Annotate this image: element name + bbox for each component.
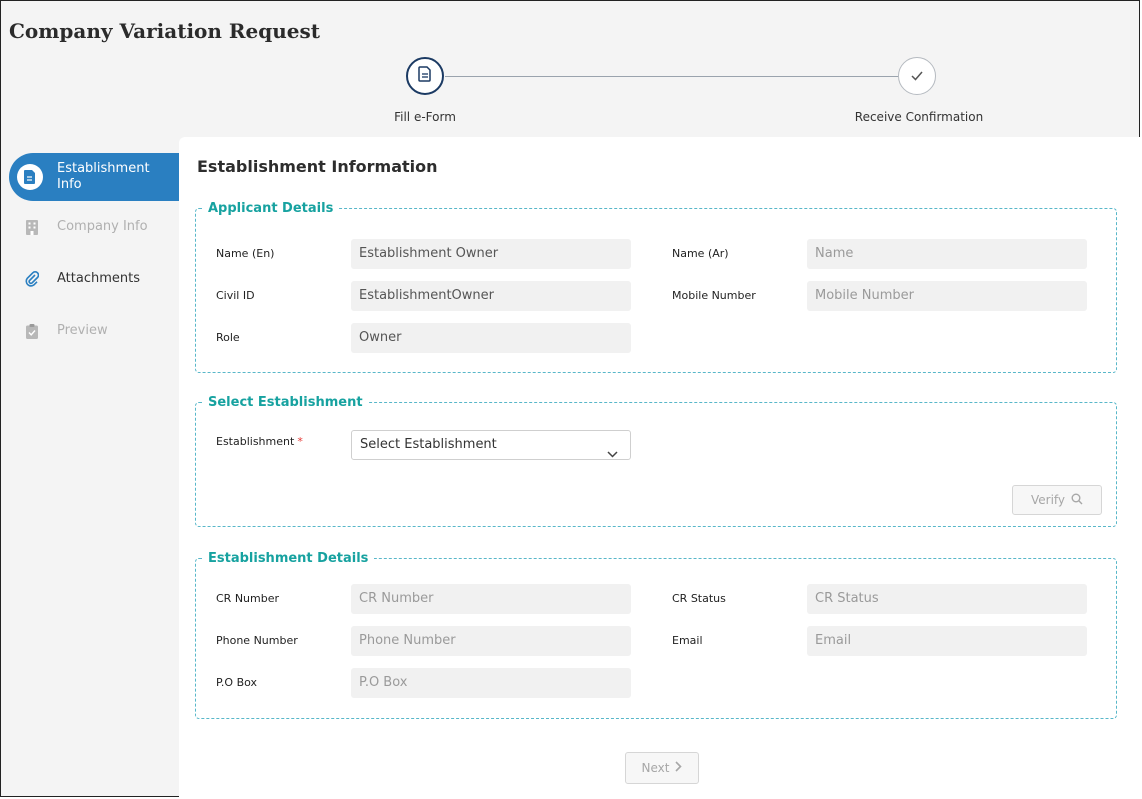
- cr-status-label: CR Status: [672, 592, 726, 605]
- building-icon: [21, 216, 43, 238]
- page-title: Company Variation Request: [9, 19, 320, 43]
- chevron-right-icon: [675, 761, 683, 775]
- form-panel: Establishment Information Applicant Deta…: [179, 137, 1140, 797]
- step-label-fill-eform: Fill e-Form: [394, 110, 456, 124]
- phone-number-label: Phone Number: [216, 634, 298, 647]
- applicant-details-legend: Applicant Details: [208, 201, 334, 216]
- email-field[interactable]: Email: [807, 626, 1087, 656]
- cr-number-field[interactable]: CR Number: [351, 584, 631, 614]
- step-receive-confirmation: [898, 57, 936, 95]
- cr-status-field[interactable]: CR Status: [807, 584, 1087, 614]
- search-icon: [1071, 493, 1083, 508]
- chevron-down-icon: [607, 441, 618, 469]
- establishment-select[interactable]: Select Establishment: [351, 430, 631, 460]
- name-ar-field[interactable]: Name: [807, 239, 1087, 269]
- select-establishment-legend: Select Establishment: [208, 395, 363, 410]
- next-button-label: Next: [641, 761, 670, 775]
- mobile-number-label: Mobile Number: [672, 289, 756, 302]
- verify-button-label: Verify: [1030, 493, 1066, 507]
- sidebar-item-label: Company Info: [57, 219, 148, 234]
- cr-number-label: CR Number: [216, 592, 280, 605]
- sidebar-item-company-info[interactable]: Company Info: [9, 201, 179, 253]
- document-icon: [17, 164, 43, 190]
- form-row: Establishment * Select Establishment: [196, 424, 1116, 460]
- mobile-number-field[interactable]: Mobile Number: [807, 281, 1087, 311]
- form-row: Phone Number Phone Number Email Email: [196, 626, 1116, 656]
- sidebar-item-establishment-info[interactable]: Establishment Info: [9, 153, 179, 201]
- role-label: Role: [216, 331, 240, 344]
- check-icon: [910, 67, 924, 86]
- form-row: Name (En) Establishment Owner Name (Ar) …: [196, 239, 1116, 269]
- sidebar-nav: Establishment Info Company Info Attachme…: [9, 151, 179, 357]
- app-frame: Company Variation Request Fill e-Form Re…: [0, 0, 1140, 797]
- step-fill-eform: [406, 57, 444, 95]
- next-button[interactable]: Next: [625, 752, 699, 784]
- role-field[interactable]: Owner: [351, 323, 631, 353]
- clipboard-check-icon: [21, 320, 43, 342]
- name-en-label: Name (En): [216, 247, 275, 260]
- civil-id-label: Civil ID: [216, 289, 255, 302]
- form-row: P.O Box P.O Box: [196, 668, 1116, 698]
- applicant-details-group: Applicant Details Name (En) Establishmen…: [195, 201, 1117, 373]
- sidebar-item-preview[interactable]: Preview: [9, 305, 179, 357]
- section-title: Establishment Information: [197, 157, 438, 176]
- sidebar-item-attachments[interactable]: Attachments: [9, 253, 179, 305]
- establishment-details-legend: Establishment Details: [208, 551, 369, 566]
- form-row: CR Number CR Number CR Status CR Status: [196, 584, 1116, 614]
- establishment-select-value: Select Establishment: [360, 437, 497, 452]
- name-en-field[interactable]: Establishment Owner: [351, 239, 631, 269]
- civil-id-field[interactable]: EstablishmentOwner: [351, 281, 631, 311]
- establishment-details-group: Establishment Details CR Number CR Numbe…: [195, 551, 1117, 719]
- required-marker: *: [297, 435, 303, 448]
- stepper-connector-line: [445, 76, 899, 77]
- verify-button[interactable]: Verify: [1012, 485, 1102, 515]
- document-icon: [418, 66, 432, 86]
- sidebar-item-label: Attachments: [57, 271, 140, 286]
- po-box-label: P.O Box: [216, 676, 258, 689]
- select-establishment-group: Select Establishment Establishment * Sele…: [195, 395, 1117, 527]
- sidebar-item-label: Establishment Info: [57, 161, 150, 192]
- name-ar-label: Name (Ar): [672, 247, 729, 260]
- po-box-field[interactable]: P.O Box: [351, 668, 631, 698]
- form-row: Role Owner: [196, 323, 1116, 353]
- sidebar-item-label: Preview: [57, 323, 108, 338]
- phone-number-field[interactable]: Phone Number: [351, 626, 631, 656]
- progress-stepper: Fill e-Form Receive Confirmation: [1, 56, 1141, 136]
- establishment-label: Establishment *: [216, 435, 303, 448]
- form-row: Civil ID EstablishmentOwner Mobile Numbe…: [196, 281, 1116, 311]
- step-label-receive-confirmation: Receive Confirmation: [854, 110, 984, 124]
- paperclip-icon: [21, 268, 43, 290]
- email-label: Email: [672, 634, 703, 647]
